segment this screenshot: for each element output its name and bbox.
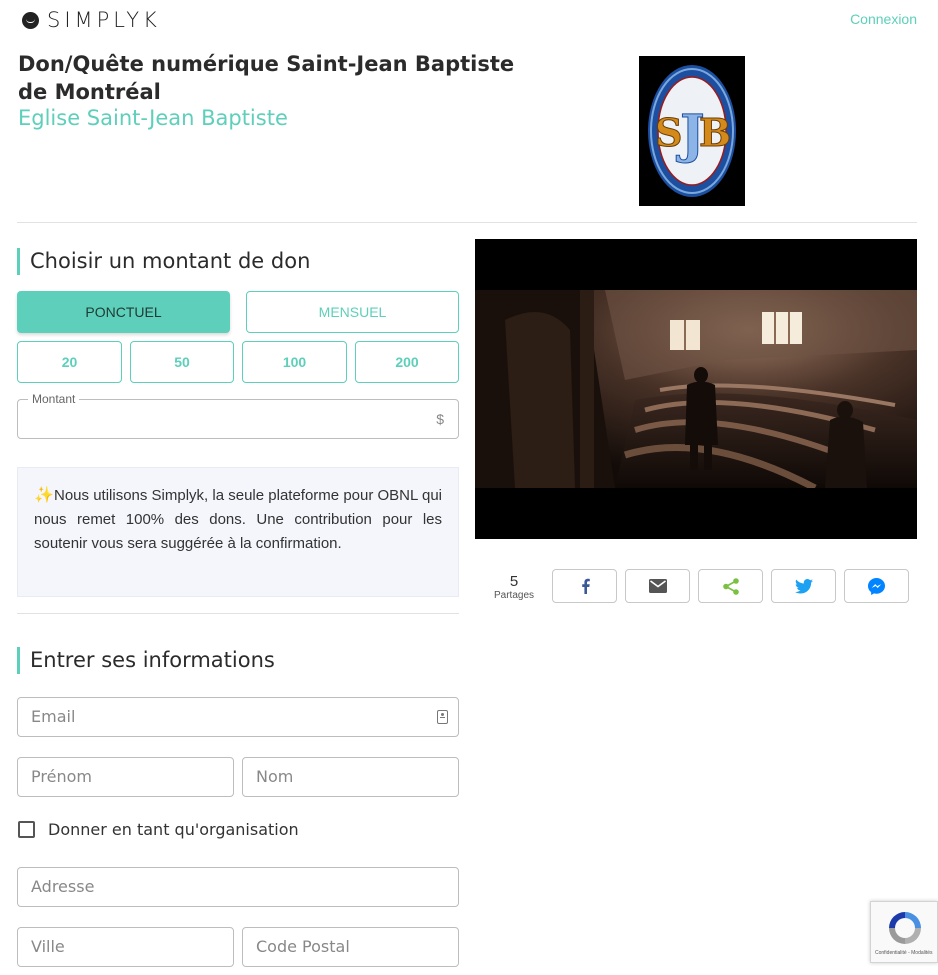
organization-checkbox-row[interactable]: Donner en tant qu'organisation xyxy=(18,820,299,839)
facebook-icon xyxy=(581,578,590,594)
recaptcha-badge[interactable]: Confidentialité - Modalités xyxy=(870,901,938,963)
video-frame xyxy=(475,290,917,488)
page-title: Don/Quête numérique Saint-Jean Baptiste … xyxy=(18,52,515,104)
recaptcha-footer-text[interactable]: Confidentialité - Modalités xyxy=(875,950,933,956)
organization-checkbox-label[interactable]: Donner en tant qu'organisation xyxy=(48,820,299,839)
info-section-title: Entrer ses informations xyxy=(17,647,275,674)
campaign-video[interactable] xyxy=(475,239,917,539)
simplyk-logo-icon xyxy=(22,11,39,29)
brand-name: SIMPLYK xyxy=(47,8,161,32)
organization-name: Eglise Saint-Jean Baptiste xyxy=(18,106,288,130)
firstname-input[interactable]: Prénom xyxy=(17,757,234,797)
organization-checkbox[interactable] xyxy=(18,821,35,838)
postal-code-input[interactable]: Code Postal xyxy=(242,927,459,967)
church-interior-image xyxy=(475,290,917,488)
messenger-icon xyxy=(868,577,885,595)
email-placeholder: Email xyxy=(31,707,76,726)
address-input[interactable]: Adresse xyxy=(17,867,459,907)
divider xyxy=(17,222,917,223)
email-input[interactable]: Email xyxy=(17,697,459,737)
donation-section-title: Choisir un montant de don xyxy=(17,248,310,275)
sparkle-icon: ✨ xyxy=(34,487,54,504)
share-facebook-button[interactable] xyxy=(552,569,617,603)
organization-logo: S J B xyxy=(639,56,745,206)
lastname-input[interactable]: Nom xyxy=(242,757,459,797)
amount-input-label: Montant xyxy=(28,392,80,406)
twitter-icon xyxy=(794,578,813,594)
mail-icon xyxy=(648,579,667,593)
share-icon xyxy=(722,577,739,595)
sjb-medallion-image: S J B xyxy=(648,65,736,197)
amount-option-button[interactable]: 200 xyxy=(355,341,459,383)
share-messenger-button[interactable] xyxy=(844,569,909,603)
recaptcha-icon xyxy=(889,912,921,944)
simplyk-info-box: ✨Nous utilisons Simplyk, la seule platef… xyxy=(17,467,459,597)
address-placeholder: Adresse xyxy=(31,877,95,896)
postal-code-placeholder: Code Postal xyxy=(256,937,350,956)
city-input[interactable]: Ville xyxy=(17,927,234,967)
divider xyxy=(17,613,459,614)
share-count: 5 xyxy=(509,573,519,590)
frequency-one-time-button[interactable]: PONCTUEL xyxy=(17,291,230,333)
share-count-label: Partages xyxy=(493,590,535,601)
top-header: SIMPLYK Connexion xyxy=(0,0,938,40)
currency-symbol: $ xyxy=(436,411,444,427)
info-text: Nous utilisons Simplyk, la seule platefo… xyxy=(34,487,442,552)
share-counter: 5 Partages xyxy=(488,573,540,602)
amount-option-button[interactable]: 100 xyxy=(242,341,347,383)
login-link[interactable]: Connexion xyxy=(850,11,917,27)
simplyk-logo[interactable]: SIMPLYK xyxy=(22,8,161,32)
share-email-button[interactable] xyxy=(625,569,690,603)
firstname-placeholder: Prénom xyxy=(31,767,92,786)
contact-card-icon xyxy=(437,710,448,724)
amount-option-button[interactable]: 50 xyxy=(130,341,234,383)
amount-input[interactable]: Montant $ xyxy=(17,392,459,439)
share-generic-button[interactable] xyxy=(698,569,763,603)
svg-text:S: S xyxy=(655,110,682,155)
lastname-placeholder: Nom xyxy=(256,767,294,786)
city-placeholder: Ville xyxy=(31,937,65,956)
frequency-monthly-button[interactable]: MENSUEL xyxy=(246,291,459,333)
share-twitter-button[interactable] xyxy=(771,569,836,603)
svg-text:B: B xyxy=(699,110,731,155)
amount-option-button[interactable]: 20 xyxy=(17,341,122,383)
